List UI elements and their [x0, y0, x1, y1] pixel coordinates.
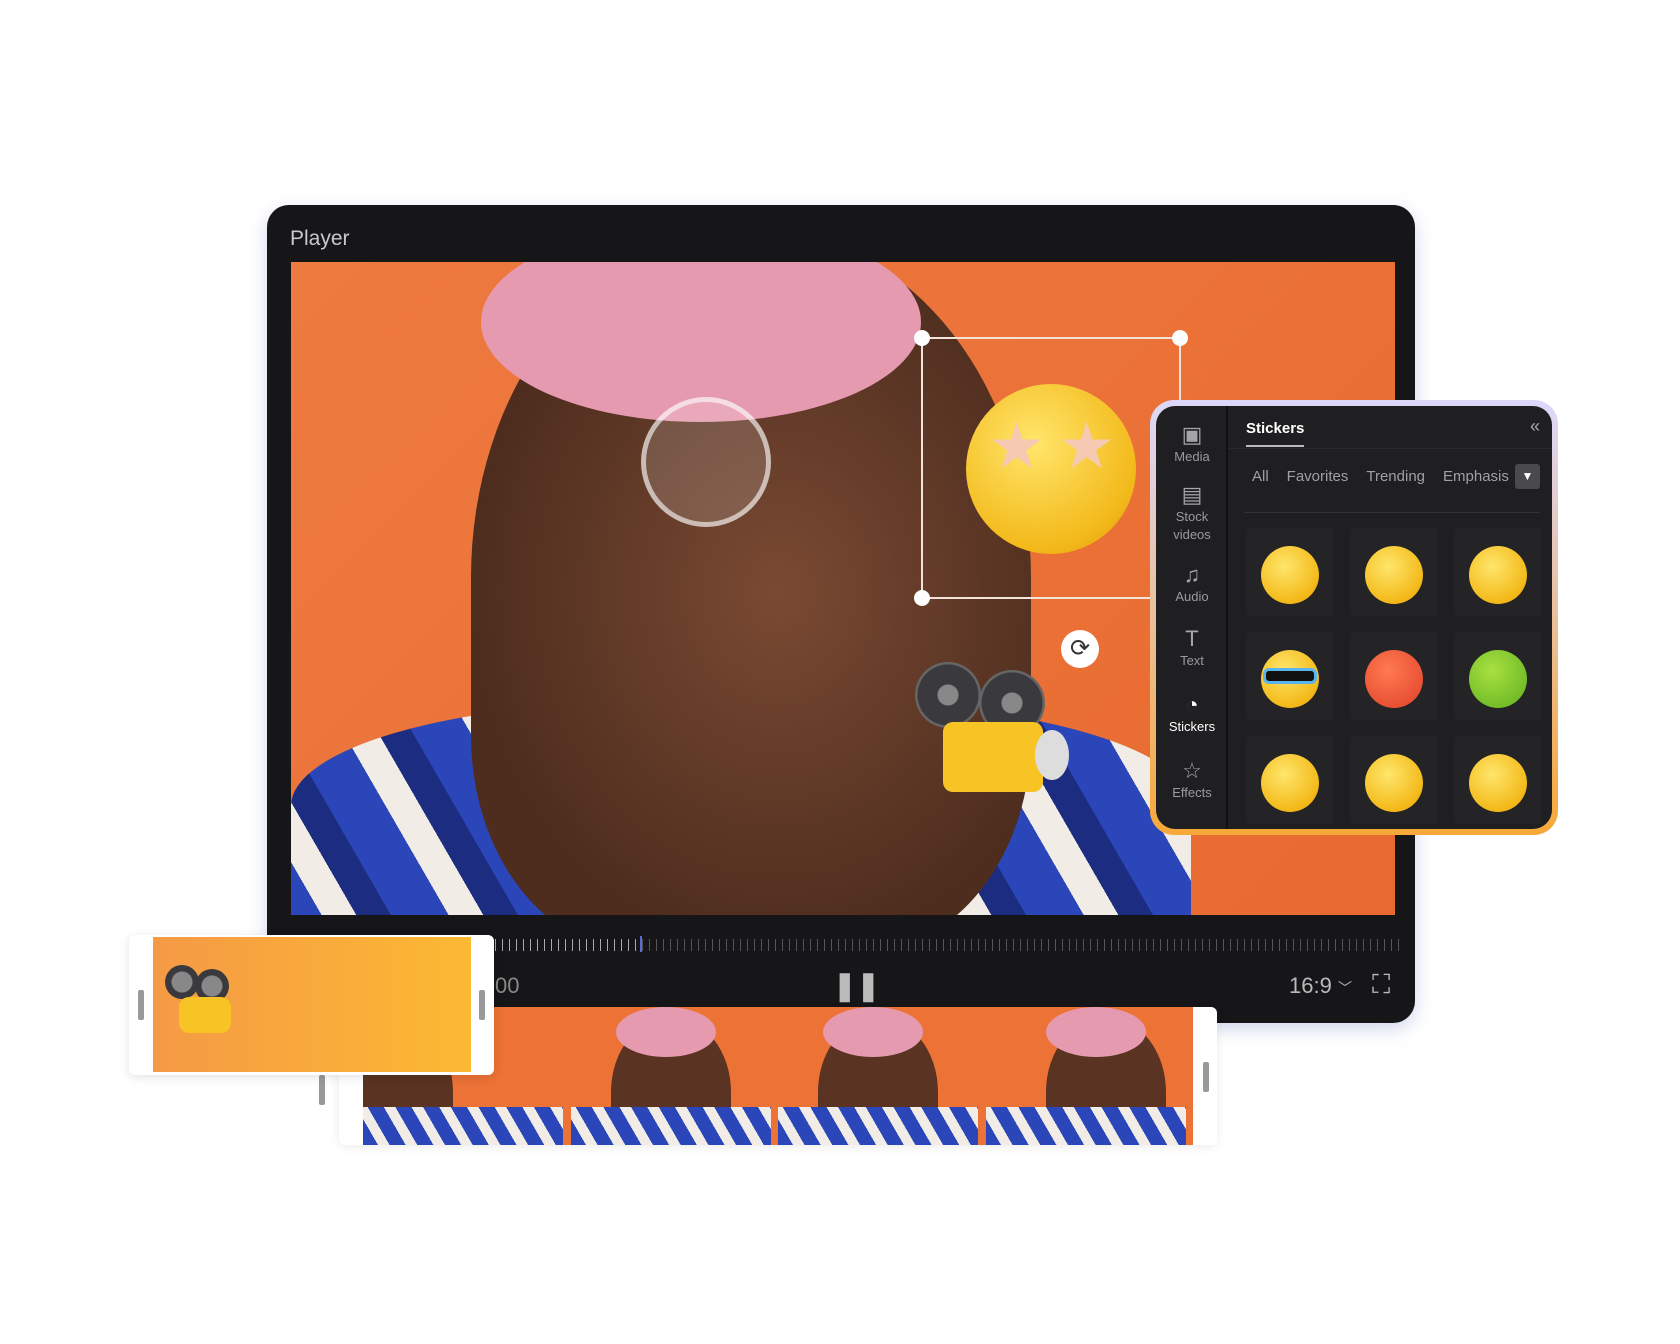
category-all[interactable]: All [1252, 468, 1269, 485]
text-icon: T [1185, 626, 1199, 651]
sticker-sweat[interactable] [1350, 528, 1438, 616]
sidebar-item-stock-videos[interactable]: ▤ Stock videos [1156, 482, 1228, 544]
trim-handle-right[interactable] [479, 990, 485, 1020]
media-icon: ▣ [1181, 422, 1203, 447]
resize-handle[interactable] [914, 590, 930, 606]
trim-handle-left[interactable] [138, 990, 144, 1020]
resize-handle[interactable] [914, 330, 930, 346]
category-favorites[interactable]: Favorites [1287, 468, 1349, 485]
current-time: 00 [495, 973, 520, 998]
stickers-panel: ▣ Media ▤ Stock videos ♫ Audio T Text ◔ Stick… [1150, 400, 1558, 835]
sticker-star-eyes[interactable] [1246, 736, 1334, 824]
sidebar-item-label: Audio [1175, 589, 1209, 604]
trim-handle-left[interactable] [319, 1075, 325, 1105]
category-tabs: All Favorites Trending Emphasis [1252, 468, 1509, 485]
sidebar-item-effects[interactable]: ☆ Effects [1156, 758, 1228, 802]
sticker-sick[interactable] [1454, 632, 1542, 720]
magnifier-lens [641, 397, 771, 527]
resize-handle[interactable] [1172, 330, 1188, 346]
chevron-down-icon: ﹀ [1337, 980, 1352, 996]
aspect-ratio-select[interactable]: 16:9 ﹀ [1289, 973, 1352, 999]
sticker-dizzy[interactable] [1454, 528, 1542, 616]
player-title: Player [290, 227, 350, 250]
more-categories-dropdown[interactable]: ▼ [1515, 464, 1540, 489]
sticker-angry[interactable] [1350, 632, 1438, 720]
divider [1228, 448, 1552, 449]
collapse-icon[interactable]: « [1530, 416, 1540, 437]
sidebar-item-media[interactable]: ▣ Media [1156, 422, 1228, 466]
stock-videos-icon: ▤ [1181, 482, 1203, 507]
sticker-grid [1246, 528, 1542, 824]
sticker-sleepy[interactable] [1246, 528, 1334, 616]
sidebar-item-label: Stock videos [1173, 509, 1211, 542]
timeline-scrubber[interactable] [495, 936, 1400, 952]
sidebar-item-label: Effects [1172, 785, 1212, 800]
camera-sticker-thumbnail [165, 965, 245, 1060]
sticker-selection-box[interactable]: ★ ★ [914, 330, 1188, 606]
tab-stickers[interactable]: Stickers [1246, 420, 1305, 447]
sidebar-item-stickers[interactable]: ◔ Stickers [1156, 692, 1228, 736]
sidebar-item-label: Media [1174, 449, 1210, 464]
playhead[interactable] [640, 936, 642, 952]
sidebar-item-label: Stickers [1168, 719, 1216, 734]
effects-icon: ☆ [1182, 758, 1202, 783]
category-trending[interactable]: Trending [1366, 468, 1425, 485]
trim-handle-right[interactable] [1203, 1062, 1209, 1092]
divider [1244, 512, 1540, 513]
aspect-ratio-value: 16:9 [1289, 973, 1332, 998]
sticker-crying[interactable] [1350, 736, 1438, 824]
pause-button[interactable]: ❚❚ [833, 969, 880, 1002]
camera-sticker[interactable] [915, 662, 1075, 852]
sidebar-item-audio[interactable]: ♫ Audio [1156, 562, 1228, 606]
category-emphasis[interactable]: Emphasis [1443, 468, 1509, 485]
sidebar-item-text[interactable]: T Text [1156, 626, 1228, 670]
sidebar-item-label: Text [1180, 653, 1204, 668]
sidebar: ▣ Media ▤ Stock videos ♫ Audio T Text ◔ Stick… [1156, 406, 1228, 829]
sticker-worried[interactable] [1454, 736, 1542, 824]
fullscreen-icon[interactable]: ⛶ [1372, 969, 1390, 1001]
audio-icon: ♫ [1183, 562, 1201, 587]
stickers-icon: ◔ [1185, 692, 1199, 717]
star-eyes-sticker[interactable]: ★ ★ [966, 384, 1136, 554]
sticker-sunglasses[interactable] [1246, 632, 1334, 720]
sticker-clip-track[interactable] [129, 935, 494, 1075]
